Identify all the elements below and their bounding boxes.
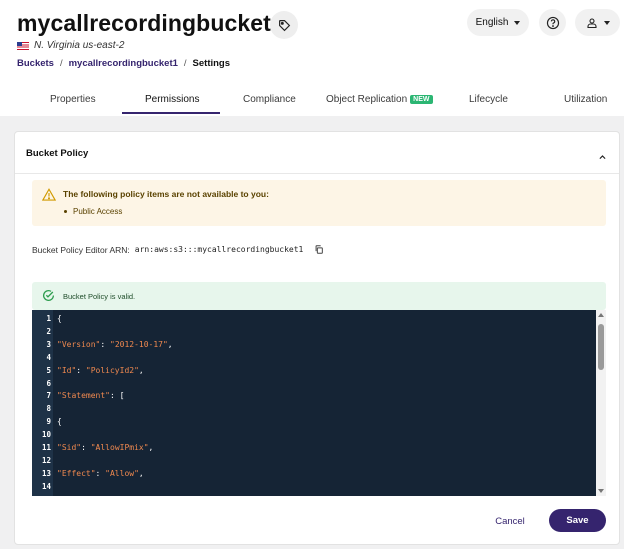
bullet: [64, 210, 67, 213]
bucket-settings-page: mycallrecordingbucket1 N. Virginia us-ea…: [0, 0, 624, 549]
validation-message: Bucket Policy is valid.: [63, 292, 136, 301]
code-token: : [: [109, 391, 125, 401]
arn-label: Bucket Policy Editor ARN:: [32, 244, 130, 255]
region-label: N. Virginia us-east-2: [17, 40, 124, 51]
bucket-policy-panel: Bucket Policy The following policy items…: [14, 131, 620, 545]
policy-code-editor[interactable]: 1 {2 3 "Version": "2012-10-17", 4 5 "Id": "Pol…: [32, 310, 606, 496]
code-token: "Effect": [57, 468, 96, 478]
code-line: "Version": "2012-10-17",: [57, 340, 173, 349]
tab-compliance[interactable]: Compliance: [243, 94, 296, 105]
user-icon: [586, 17, 597, 28]
editor-scrollbar[interactable]: [596, 310, 606, 496]
line-number: 11: [41, 443, 51, 452]
code-line: "Statement": [: [57, 391, 124, 400]
collapse-button[interactable]: [598, 149, 607, 167]
us-flag-icon: [17, 41, 29, 50]
code-token: ,: [138, 365, 144, 375]
code-token: "2012-10-17": [110, 339, 168, 349]
breadcrumb-buckets-link[interactable]: Buckets: [17, 58, 54, 69]
scroll-down-arrow-icon[interactable]: [598, 489, 604, 493]
tab-utilization[interactable]: Utilization: [564, 94, 607, 105]
new-badge: NEW: [410, 95, 433, 104]
help-button[interactable]: [539, 9, 566, 36]
cancel-button[interactable]: Cancel: [485, 510, 535, 532]
warning-item-text: Public Access: [73, 207, 123, 216]
code-token: "AllowIPmix": [90, 443, 149, 452]
line-number: 7: [46, 391, 51, 401]
line-number: 3: [46, 339, 51, 349]
language-selector[interactable]: English: [467, 9, 529, 36]
code-line: "Sid": "AllowIPmix",: [57, 443, 153, 452]
tag-icon: [278, 19, 290, 31]
copy-arn-button[interactable]: [314, 244, 324, 255]
code-line: "Id": "PolicyId2",: [57, 366, 144, 375]
tab-lifecycle[interactable]: Lifecycle: [469, 94, 508, 105]
code-token: "Sid": [57, 443, 82, 452]
panel-title: Bucket Policy: [26, 148, 89, 159]
language-label: English: [475, 17, 509, 28]
warning-alert: The following policy items are not avail…: [32, 180, 606, 226]
check-circle-icon: [43, 290, 55, 302]
warning-title: The following policy items are not avail…: [63, 189, 269, 199]
code-token: ,: [148, 443, 154, 452]
region-text: N. Virginia us-east-2: [34, 40, 125, 51]
line-number: 10: [41, 430, 51, 440]
line-number: 13: [41, 468, 51, 478]
code-line: {: [57, 314, 62, 323]
chevron-up-icon: [599, 155, 606, 160]
line-number: 5: [46, 365, 51, 375]
line-number: 4: [46, 352, 51, 362]
save-button[interactable]: Save: [549, 509, 606, 532]
line-number: 12: [41, 455, 51, 465]
code-token: "Id": [57, 365, 77, 375]
scroll-up-arrow-icon[interactable]: [598, 313, 604, 317]
tab-properties[interactable]: Properties: [50, 94, 96, 105]
code-line: "Effect": "Allow",: [57, 469, 144, 478]
code-token: "PolicyId2": [85, 365, 139, 375]
line-number: 8: [46, 404, 51, 414]
copy-icon: [315, 245, 324, 254]
warning-icon: [42, 188, 56, 201]
chevron-down-icon: [514, 20, 521, 25]
warning-list-item: Public Access: [64, 207, 122, 216]
code-line: {: [57, 417, 62, 426]
line-number: 9: [46, 417, 51, 427]
breadcrumb-bucket-link[interactable]: mycallrecordingbucket1: [69, 58, 178, 69]
code-token: ,: [138, 468, 144, 478]
tab-object-replication[interactable]: Object Replication NEW: [326, 94, 433, 105]
breadcrumb-current: Settings: [192, 58, 231, 69]
breadcrumb-separator: /: [183, 58, 187, 69]
arn-row: Bucket Policy Editor ARN: arn:aws:s3:::m…: [32, 244, 324, 255]
code-token: ,: [167, 339, 173, 349]
line-number: 2: [46, 326, 51, 336]
tab-permissions[interactable]: Permissions: [145, 94, 199, 105]
breadcrumb-separator: /: [59, 58, 63, 69]
tag-button[interactable]: [270, 11, 298, 39]
code-token: "Version": [57, 339, 101, 349]
help-icon: [546, 16, 559, 29]
code-token: "Allow": [105, 468, 139, 478]
line-number: 14: [41, 481, 51, 491]
code-token: :: [76, 365, 86, 375]
code-token: :: [95, 468, 106, 478]
line-number: 1: [46, 314, 51, 323]
line-number: 6: [46, 378, 51, 388]
code-token: "Statement": [57, 391, 110, 401]
code-token: :: [81, 443, 91, 452]
user-menu-button[interactable]: [575, 9, 620, 36]
active-tab-indicator: [122, 112, 220, 114]
chevron-down-icon: [603, 20, 610, 25]
code-token: :: [100, 339, 110, 349]
arn-value: arn:aws:s3:::mycallrecordingbucket1: [134, 245, 304, 254]
code-token: {: [57, 314, 62, 323]
panel-divider: [15, 173, 619, 174]
validation-success-alert: Bucket Policy is valid.: [32, 282, 606, 310]
breadcrumb: Buckets / mycallrecordingbucket1 / Setti…: [17, 58, 230, 69]
tab-bar: Properties Permissions Compliance Object…: [0, 86, 624, 116]
page-title: mycallrecordingbucket1: [17, 10, 284, 36]
tab-object-replication-label: Object Replication: [326, 94, 408, 105]
scroll-thumb[interactable]: [598, 324, 604, 370]
code-token: {: [57, 417, 62, 427]
